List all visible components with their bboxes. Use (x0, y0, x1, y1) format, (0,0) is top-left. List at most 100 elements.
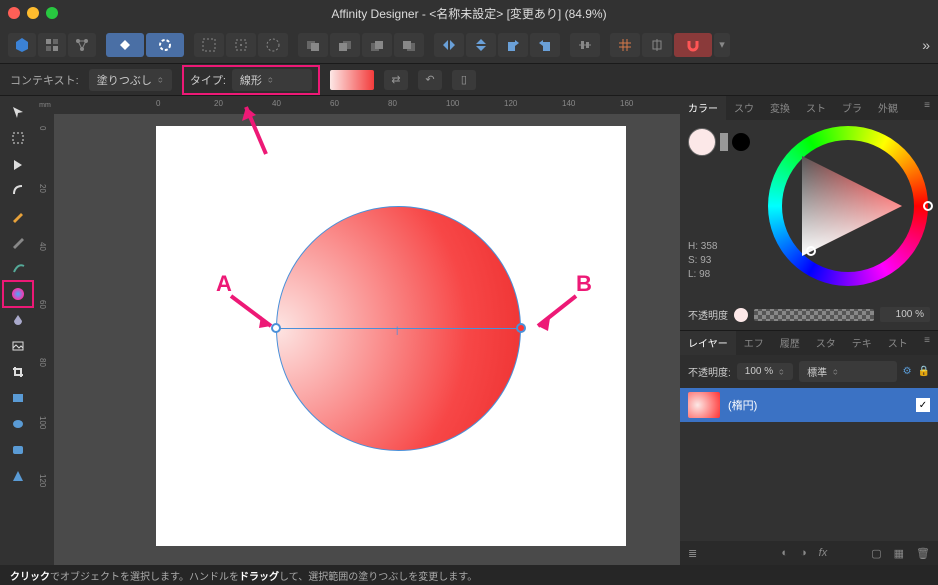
transparency-tool-icon[interactable] (6, 310, 30, 330)
type-dropdown[interactable]: 線形 (232, 69, 312, 91)
gear-icon[interactable]: ⚙ (903, 366, 912, 377)
blend-mode-dropdown[interactable]: 標準 (799, 361, 896, 382)
layer-thumbnail (688, 392, 720, 418)
adjustment-icon[interactable]: ◑ (800, 547, 807, 559)
eyedropper-icon[interactable] (720, 133, 728, 151)
layer-visibility-checkbox[interactable]: ✓ (916, 398, 930, 412)
maximize-icon[interactable] (46, 7, 58, 19)
stroke-swatch[interactable] (732, 133, 750, 151)
panel-menu-icon[interactable]: ≡ (916, 96, 938, 120)
canvas-area[interactable]: mm 0 20 40 60 80 100 120 140 160 0 20 40… (36, 96, 680, 565)
gradient-line[interactable] (276, 328, 521, 329)
fill-tool-icon[interactable] (6, 284, 30, 304)
tab-history[interactable]: 履歴 (772, 331, 808, 355)
fx-icon[interactable]: fx (819, 547, 828, 559)
persona-pixel-icon[interactable] (38, 33, 66, 57)
type-selector-highlighted: タイプ: 線形 (182, 65, 320, 95)
add-layer-icon[interactable]: ▢ (871, 547, 881, 560)
main-area: mm 0 20 40 60 80 100 120 140 160 0 20 40… (0, 96, 938, 565)
layer-panel-menu-icon[interactable]: ≡ (916, 331, 938, 355)
artboard-tool-icon[interactable] (6, 128, 30, 148)
assets-icon[interactable] (106, 33, 144, 57)
lock-aspect-icon[interactable]: ▯ (452, 70, 476, 90)
crop-tool-icon[interactable] (6, 362, 30, 382)
layers-icon[interactable]: ≣ (688, 547, 697, 560)
tab-effects[interactable]: エフ (736, 331, 772, 355)
hue-cursor[interactable] (923, 201, 933, 211)
arrange2-icon[interactable] (330, 33, 360, 57)
tab-swatches[interactable]: スウ (726, 96, 762, 120)
chevron-down-icon[interactable]: ▾ (714, 33, 730, 57)
tab-stroke2[interactable]: スト (880, 331, 916, 355)
sl-cursor[interactable] (806, 246, 816, 256)
annotation-arrow-type (236, 99, 276, 159)
flipv-icon[interactable] (466, 33, 496, 57)
move-tool-icon[interactable] (6, 102, 30, 122)
snap-icon[interactable] (194, 33, 224, 57)
group-icon[interactable]: ▦ (894, 547, 904, 560)
lock-icon[interactable]: 🔒 (918, 366, 930, 377)
tab-appearance[interactable]: 外観 (870, 96, 906, 120)
magnet-icon[interactable] (674, 33, 712, 57)
layer-item[interactable]: (楕円) ✓ (680, 388, 938, 422)
mask-icon[interactable]: ◐ (781, 547, 788, 559)
symbols-icon[interactable] (146, 33, 184, 57)
tab-color[interactable]: カラー (680, 96, 726, 120)
reverse-gradient-icon[interactable]: ⇄ (384, 70, 408, 90)
gradient-swatch[interactable] (330, 70, 374, 90)
titlebar: Affinity Designer - <名称未設定> [変更あり] (84.9… (0, 0, 938, 26)
snap3-icon[interactable] (258, 33, 288, 57)
arrange4-icon[interactable] (394, 33, 424, 57)
context-label: コンテキスト: (10, 72, 79, 88)
triangle-tool-icon[interactable] (6, 466, 30, 486)
trash-icon[interactable]: 🗑 (916, 547, 930, 560)
gradient-midpoint[interactable]: | (396, 325, 398, 335)
rectangle-tool-icon[interactable] (6, 388, 30, 408)
align-icon[interactable] (570, 33, 600, 57)
status-bar: クリック でオブジェクトを選択します。ハンドルを ドラッグ して、選択範囲の塗り… (0, 565, 938, 585)
pen-tool-icon[interactable] (6, 206, 30, 226)
tab-styles[interactable]: スタ (808, 331, 844, 355)
ellipse-tool-icon[interactable] (6, 414, 30, 434)
place-image-tool-icon[interactable] (6, 336, 30, 356)
arrange3-icon[interactable] (362, 33, 392, 57)
persona-export-icon[interactable] (68, 33, 96, 57)
rotl-icon[interactable] (498, 33, 528, 57)
tab-brushes[interactable]: ブラ (834, 96, 870, 120)
corner-tool-icon[interactable] (6, 180, 30, 200)
close-icon[interactable] (8, 7, 20, 19)
ruler-horizontal: 0 20 40 60 80 100 120 140 160 (54, 96, 680, 114)
guides-icon[interactable] (642, 33, 672, 57)
snap2-icon[interactable] (226, 33, 256, 57)
color-wheel[interactable] (768, 126, 928, 286)
fill-dropdown[interactable]: 塗りつぶし (89, 69, 172, 91)
opacity-slider[interactable] (754, 309, 874, 321)
tab-transform[interactable]: 変換 (762, 96, 798, 120)
grid-icon[interactable] (610, 33, 640, 57)
tools-panel (0, 96, 36, 565)
toolbar-overflow-icon[interactable]: » (922, 37, 930, 53)
rounded-rect-tool-icon[interactable] (6, 440, 30, 460)
node-tool-icon[interactable] (6, 154, 30, 174)
artboard[interactable]: | A B (156, 126, 626, 546)
ruler-unit: mm (36, 96, 54, 114)
rotr-icon[interactable] (530, 33, 560, 57)
opacity-swatch (734, 308, 748, 322)
brush-tool-icon[interactable] (6, 258, 30, 278)
tab-stroke[interactable]: スト (798, 96, 834, 120)
layer-opacity-dropdown[interactable]: 100 % (737, 363, 793, 380)
fill-swatch[interactable] (688, 128, 716, 156)
tab-text[interactable]: テキ (844, 331, 880, 355)
persona-designer-icon[interactable] (8, 33, 36, 57)
rotate-gradient-icon[interactable]: ↶ (418, 70, 442, 90)
fliph-icon[interactable] (434, 33, 464, 57)
layers-bottom-bar: ≣ ◐ ◑ fx ▢ ▦ 🗑 (680, 541, 938, 565)
tab-layers[interactable]: レイヤー (680, 331, 736, 355)
gradient-handle-end[interactable] (516, 323, 526, 333)
arrange1-icon[interactable] (298, 33, 328, 57)
layer-opacity-label: 不透明度: (688, 364, 731, 379)
minimize-icon[interactable] (27, 7, 39, 19)
window-controls (8, 7, 58, 19)
opacity-value[interactable]: 100 % (880, 307, 930, 322)
pencil-tool-icon[interactable] (6, 232, 30, 252)
